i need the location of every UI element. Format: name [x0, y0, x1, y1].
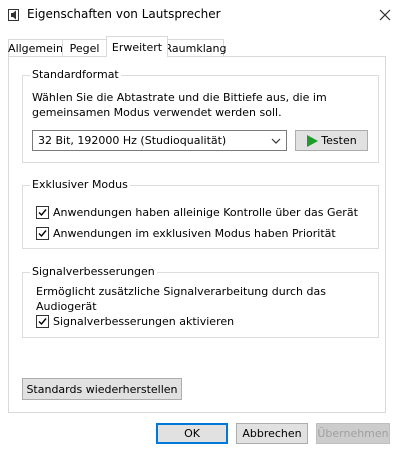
description-line-1: Wählen Sie die Abtastrate und die Bittie… [32, 91, 327, 104]
test-button[interactable]: Testen [295, 130, 368, 151]
exklusiv-option-1-label: Anwendungen haben alleinige Kontrolle üb… [53, 206, 358, 219]
exklusiv-option-2[interactable]: Anwendungen im exklusiven Modus haben Pr… [36, 227, 336, 240]
chevron-down-icon [271, 138, 281, 144]
tab-pegel[interactable]: Pegel [62, 39, 107, 56]
tab-panel: Standardformat Wählen Sie die Abtastrate… [8, 56, 386, 413]
checkmark-icon [38, 209, 47, 217]
format-select-value: 32 Bit, 192000 Hz (Studioqualität) [38, 134, 227, 147]
signal-option-label: Signalverbesserungen aktivieren [53, 315, 235, 328]
ok-button[interactable]: OK [156, 423, 228, 444]
tab-raumklang[interactable]: Raumklang [165, 39, 226, 56]
speaker-icon [8, 9, 19, 21]
description-line-2: gemeinsamen Modus verwendet werden soll. [32, 106, 282, 119]
window-title: Eigenschaften von Lautsprecher [27, 7, 221, 21]
standardformat-group: Standardformat Wählen Sie die Abtastrate… [22, 68, 379, 163]
checkbox[interactable] [36, 315, 49, 328]
format-select[interactable]: 32 Bit, 192000 Hz (Studioqualität) [32, 130, 287, 151]
signal-option[interactable]: Signalverbesserungen aktivieren [36, 315, 234, 328]
cancel-button[interactable]: Abbrechen [236, 423, 308, 444]
close-button[interactable] [368, 0, 401, 30]
exklusiv-option-2-label: Anwendungen im exklusiven Modus haben Pr… [53, 227, 336, 240]
signal-title: Signalverbesserungen [30, 265, 157, 278]
title-bar: Eigenschaften von Lautsprecher [0, 0, 401, 30]
standardformat-title: Standardformat [30, 68, 121, 81]
exklusiv-title: Exklusiver Modus [30, 178, 130, 191]
checkbox[interactable] [36, 227, 49, 240]
restore-defaults-button[interactable]: Standards wiederherstellen [22, 378, 182, 400]
apply-button[interactable]: Übernehmen [316, 423, 390, 444]
checkbox[interactable] [36, 206, 49, 219]
exklusiv-group: Exklusiver Modus Anwendungen haben allei… [22, 178, 379, 249]
checkmark-icon [38, 230, 47, 238]
checkmark-icon [38, 318, 47, 326]
signal-group: Signalverbesserungen Ermöglicht zusätzli… [22, 265, 379, 338]
tab-erweitert[interactable]: Erweitert [106, 36, 168, 57]
exklusiv-option-1[interactable]: Anwendungen haben alleinige Kontrolle üb… [36, 206, 358, 219]
signal-description: Ermöglicht zusätzliche Signalverarbeitun… [36, 285, 326, 313]
play-icon [307, 134, 319, 147]
test-button-label: Testen [321, 134, 357, 147]
tab-allgemein[interactable]: Allgemein [8, 39, 63, 56]
standardformat-description: Wählen Sie die Abtastrate und die Bittie… [32, 90, 327, 120]
close-icon [379, 9, 390, 21]
